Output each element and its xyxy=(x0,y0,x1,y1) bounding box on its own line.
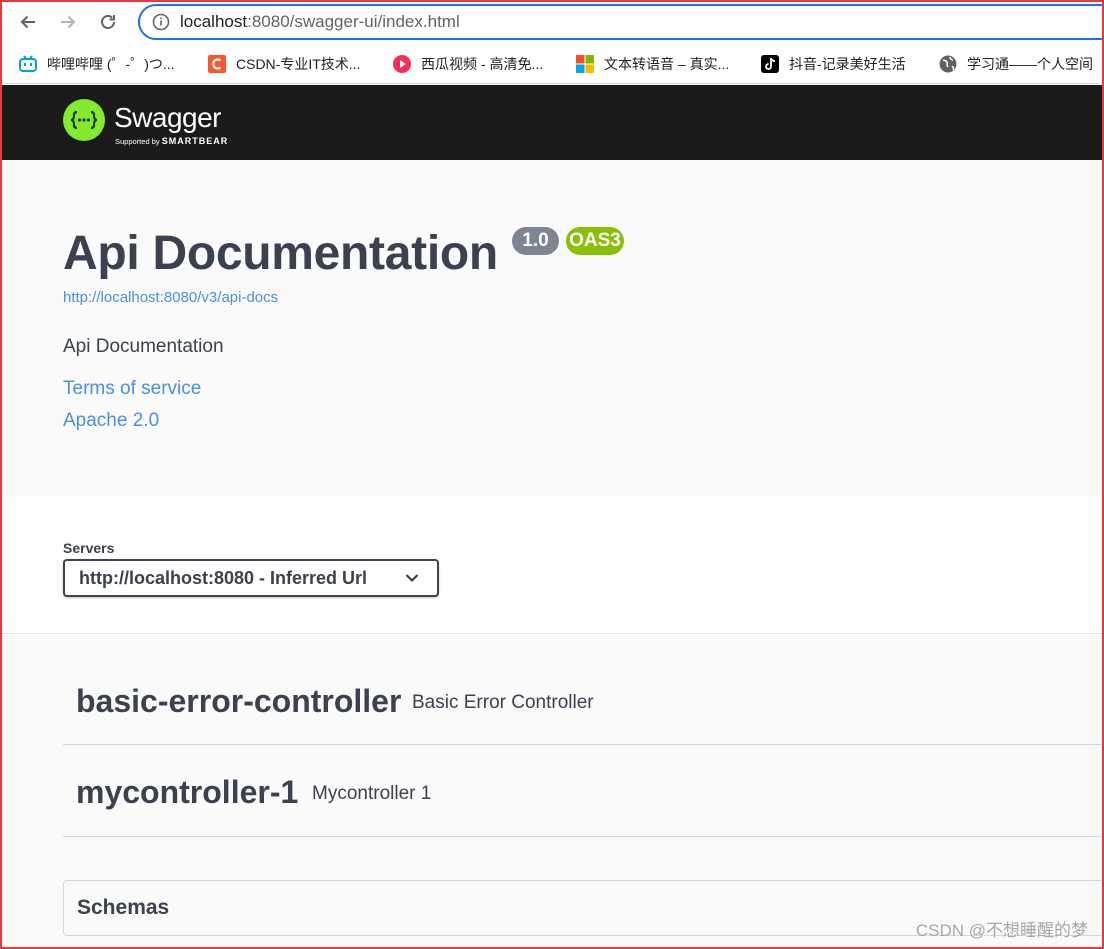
bookmark-douyin[interactable]: 抖音-记录美好生活 xyxy=(760,52,906,76)
bookmark-label: 文本转语音 – 真实... xyxy=(604,56,730,72)
globe-icon xyxy=(939,55,957,73)
server-select[interactable]: http://localhost:8080 - Inferred Url xyxy=(63,559,439,597)
tag-section-mycontroller-1[interactable]: mycontroller-1 Mycontroller 1 xyxy=(63,745,1104,837)
supported-by-smartbear: Supported by SMARTBEAR xyxy=(115,136,228,146)
back-button[interactable] xyxy=(14,8,42,36)
address-bar[interactable]: localhost:8080/swagger-ui/index.html xyxy=(138,4,1104,40)
url-host: localhost xyxy=(180,12,248,31)
smartbear-text: SMARTBEAR xyxy=(161,136,229,146)
url-text[interactable]: localhost:8080/swagger-ui/index.html xyxy=(180,12,460,32)
csdn-watermark: CSDN @不想睡醒的梦 xyxy=(915,921,1088,940)
tag-description: Basic Error Controller xyxy=(412,692,594,713)
swagger-topbar: Swagger Supported by SMARTBEAR xyxy=(0,85,1104,160)
bookmark-label: 哔哩哔哩 (゜-゜)つ... xyxy=(47,56,175,72)
csdn-icon xyxy=(208,55,226,73)
api-docs-link[interactable]: http://localhost:8080/v3/api-docs xyxy=(63,289,278,306)
bookmark-label: 抖音-记录美好生活 xyxy=(789,56,906,72)
browser-toolbar: localhost:8080/swagger-ui/index.html xyxy=(0,0,1104,44)
reload-icon xyxy=(101,15,115,29)
info-icon[interactable] xyxy=(152,13,170,31)
bookmark-xuexitong[interactable]: 学习通——个人空间 xyxy=(938,52,1093,76)
api-description: Api Documentation xyxy=(63,336,224,357)
tag-section-basic-error-controller[interactable]: basic-error-controller Basic Error Contr… xyxy=(63,653,1104,745)
servers-label: Servers xyxy=(63,540,115,556)
server-select-value: http://localhost:8080 - Inferred Url xyxy=(79,568,368,588)
arrow-left-icon xyxy=(20,15,35,29)
bookmark-xigua[interactable]: 西瓜视频 - 高清免... xyxy=(392,52,543,76)
api-title: Api Documentation xyxy=(63,227,498,280)
tag-description: Mycontroller 1 xyxy=(312,783,432,804)
forward-button[interactable] xyxy=(54,8,82,36)
tag-name[interactable]: basic-error-controller xyxy=(76,683,401,720)
bookmark-label: 学习通——个人空间 xyxy=(967,56,1093,72)
douyin-icon xyxy=(761,55,779,73)
version-badge: 1.0 xyxy=(512,227,559,255)
schemas-title[interactable]: Schemas xyxy=(77,896,169,920)
api-info-section: Api Documentation 1.0 OAS3 http://localh… xyxy=(0,160,1104,496)
bookmark-label: CSDN-专业IT技术... xyxy=(236,56,361,72)
microsoft-icon xyxy=(576,55,594,73)
bookmarks-bar: 哔哩哔哩 (゜-゜)つ... CSDN-专业IT技术... 西瓜视频 - 高清免… xyxy=(0,44,1104,84)
bookmark-tts[interactable]: 文本转语音 – 真实... xyxy=(575,52,729,76)
xigua-icon xyxy=(393,55,411,73)
bilibili-icon xyxy=(19,55,37,72)
oas-badge: OAS3 xyxy=(566,227,624,255)
servers-section: Servers http://localhost:8080 - Inferred… xyxy=(0,496,1104,634)
swagger-logo-icon[interactable] xyxy=(63,99,105,141)
swagger-brand[interactable]: Swagger xyxy=(114,102,222,134)
bookmark-csdn[interactable]: CSDN-专业IT技术... xyxy=(207,52,360,76)
bookmark-bilibili[interactable]: 哔哩哔哩 (゜-゜)つ... xyxy=(18,52,175,76)
bookmark-label: 西瓜视频 - 高清免... xyxy=(421,56,544,72)
url-path: :8080/swagger-ui/index.html xyxy=(247,12,460,31)
supported-by-text: Supported by xyxy=(115,137,160,146)
braces-icon xyxy=(70,110,98,130)
terms-of-service-link[interactable]: Terms of service xyxy=(63,378,201,400)
operations-section: basic-error-controller Basic Error Contr… xyxy=(0,635,1104,949)
tag-name[interactable]: mycontroller-1 xyxy=(76,774,298,811)
license-link[interactable]: Apache 2.0 xyxy=(63,410,159,432)
arrow-right-icon xyxy=(61,15,76,29)
chevron-down-icon xyxy=(405,574,419,583)
reload-button[interactable] xyxy=(94,8,122,36)
